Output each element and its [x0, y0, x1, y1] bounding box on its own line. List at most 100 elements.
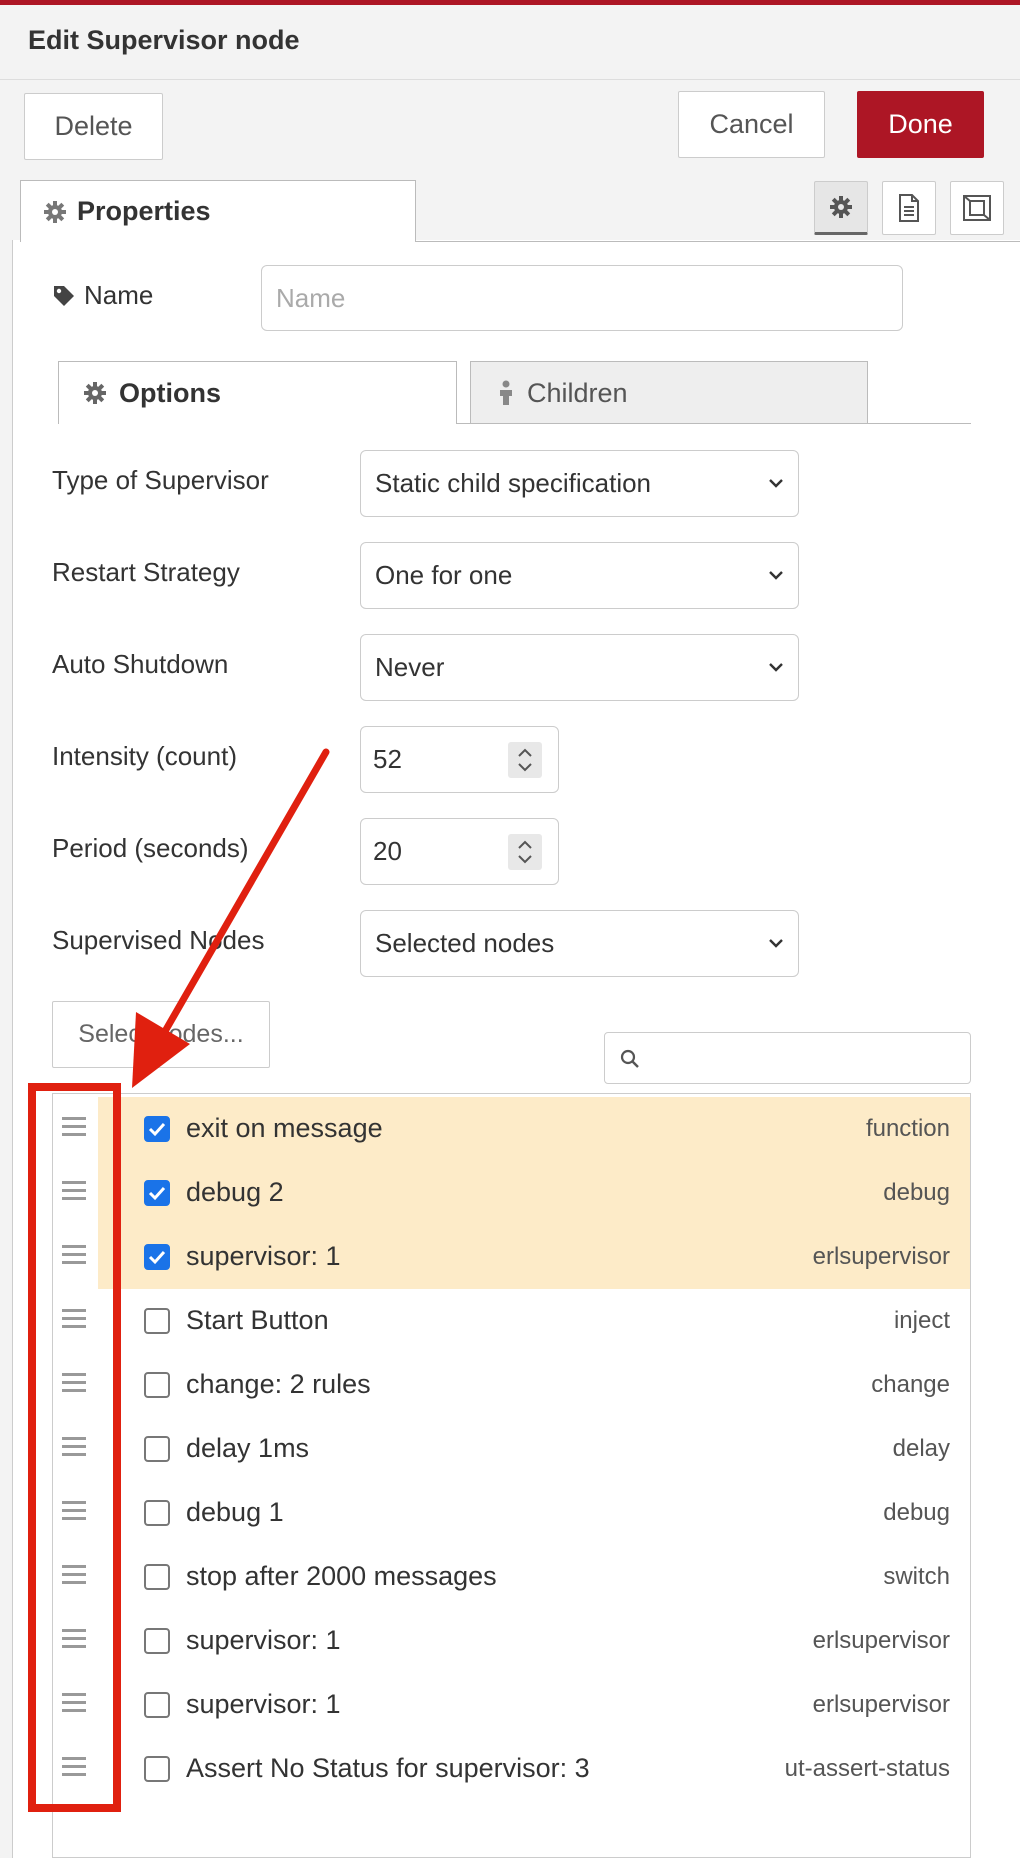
cancel-button[interactable]: Cancel: [678, 91, 825, 158]
chevron-down-icon: [518, 855, 532, 864]
list-item[interactable]: change: 2 rules change: [52, 1353, 970, 1417]
name-label-text: Name: [84, 280, 154, 310]
node-checkbox[interactable]: [144, 1436, 170, 1462]
tab-options-label: Options: [119, 377, 221, 408]
tab-properties-label: Properties: [77, 196, 211, 226]
subtab-underline: [457, 423, 971, 424]
node-label: stop after 2000 messages: [186, 1561, 497, 1591]
node-checkbox[interactable]: [144, 1116, 170, 1142]
dialog-header: Edit Supervisor node: [0, 5, 1020, 80]
node-type: delay: [892, 1435, 950, 1462]
annotation-highlight-box: [28, 1083, 121, 1812]
stepper-arrows[interactable]: [508, 834, 542, 870]
chevron-down-icon: [518, 763, 532, 772]
node-properties-button[interactable]: [814, 181, 868, 235]
node-checkbox[interactable]: [144, 1500, 170, 1526]
list-item[interactable]: supervisor: 1 erlsupervisor: [52, 1225, 970, 1289]
checkmark-icon: [148, 1186, 166, 1201]
gear-icon: [44, 200, 66, 223]
chevron-down-icon: [769, 663, 783, 672]
appearance-icon: [963, 195, 991, 221]
list-item[interactable]: Assert No Status for supervisor: 3 ut-ass…: [52, 1737, 970, 1801]
node-checkbox[interactable]: [144, 1692, 170, 1718]
period-label: Period (seconds): [52, 833, 249, 863]
node-checkbox[interactable]: [144, 1372, 170, 1398]
gear-icon: [84, 382, 106, 404]
node-description-button[interactable]: [882, 181, 936, 235]
node-label: supervisor: 1: [186, 1241, 341, 1271]
list-item[interactable]: supervisor: 1 erlsupervisor: [52, 1673, 970, 1737]
node-type: debug: [883, 1179, 950, 1206]
tab-options[interactable]: Options: [58, 361, 457, 424]
auto-shutdown-label: Auto Shutdown: [52, 649, 229, 679]
node-type: inject: [893, 1307, 950, 1334]
node-search-input[interactable]: [604, 1032, 971, 1084]
node-label: supervisor: 1: [186, 1625, 341, 1655]
node-type: change: [871, 1371, 950, 1398]
tab-properties[interactable]: Properties: [20, 180, 416, 242]
checkmark-icon: [148, 1250, 166, 1265]
type-of-supervisor-select[interactable]: Static child specification: [360, 450, 799, 517]
done-button[interactable]: Done: [857, 91, 984, 158]
node-type: ut-assert-status: [784, 1755, 950, 1782]
restart-strategy-value: One for one: [375, 560, 513, 590]
node-appearance-button[interactable]: [950, 181, 1004, 235]
name-label: Name: [52, 280, 153, 311]
tab-underline: [416, 241, 1020, 242]
node-checkbox[interactable]: [144, 1244, 170, 1270]
node-label: exit on message: [186, 1113, 383, 1143]
tab-children[interactable]: Children: [470, 361, 868, 424]
node-type: switch: [883, 1563, 950, 1590]
list-item[interactable]: debug 2 debug: [52, 1161, 970, 1225]
restart-strategy-label: Restart Strategy: [52, 557, 240, 587]
supervised-nodes-label: Supervised Nodes: [52, 925, 265, 955]
intensity-label: Intensity (count): [52, 741, 237, 771]
node-label: Start Button: [186, 1305, 329, 1335]
gear-icon: [830, 196, 852, 218]
node-label: debug 1: [186, 1497, 284, 1527]
period-value: 20: [373, 836, 402, 866]
node-checkbox[interactable]: [144, 1564, 170, 1590]
node-label: debug 2: [186, 1177, 284, 1207]
type-of-supervisor-label: Type of Supervisor: [52, 465, 269, 495]
node-checkbox[interactable]: [144, 1180, 170, 1206]
list-item[interactable]: stop after 2000 messages switch: [52, 1545, 970, 1609]
tag-icon: [54, 285, 74, 306]
type-of-supervisor-value: Static child specification: [375, 468, 652, 498]
auto-shutdown-select[interactable]: Never: [360, 634, 799, 701]
list-item[interactable]: delay 1ms delay: [52, 1417, 970, 1481]
node-type: debug: [883, 1499, 950, 1526]
search-icon: [620, 1049, 639, 1068]
intensity-value: 52: [373, 744, 402, 774]
node-type: erlsupervisor: [812, 1627, 950, 1654]
supervised-nodes-select[interactable]: Selected nodes: [360, 910, 799, 977]
list-item[interactable]: exit on message function: [52, 1097, 970, 1161]
node-checkbox[interactable]: [144, 1628, 170, 1654]
dialog-title: Edit Supervisor node: [28, 25, 300, 55]
node-checkbox[interactable]: [144, 1308, 170, 1334]
restart-strategy-select[interactable]: One for one: [360, 542, 799, 609]
list-item[interactable]: debug 1 debug: [52, 1481, 970, 1545]
child-icon: [500, 380, 512, 405]
list-item[interactable]: supervisor: 1 erlsupervisor: [52, 1609, 970, 1673]
auto-shutdown-value: Never: [375, 652, 445, 682]
tab-children-label: Children: [527, 377, 628, 408]
select-nodes-button[interactable]: Select nodes...: [52, 1001, 270, 1068]
node-checkbox[interactable]: [144, 1756, 170, 1782]
stepper-arrows[interactable]: [508, 742, 542, 778]
checkmark-icon: [148, 1122, 166, 1137]
node-type: erlsupervisor: [812, 1691, 950, 1718]
chevron-down-icon: [769, 479, 783, 488]
description-icon: [899, 194, 919, 222]
supervised-nodes-value: Selected nodes: [375, 928, 555, 958]
name-input[interactable]: [261, 265, 903, 331]
node-type: function: [865, 1115, 950, 1142]
period-stepper[interactable]: 20: [360, 818, 559, 885]
node-label: change: 2 rules: [186, 1369, 371, 1399]
node-label: supervisor: 1: [186, 1689, 341, 1719]
node-label: Assert No Status for supervisor: 3: [186, 1753, 590, 1783]
node-label: delay 1ms: [186, 1433, 310, 1463]
intensity-stepper[interactable]: 52: [360, 726, 559, 793]
list-item[interactable]: Start Button inject: [52, 1289, 970, 1353]
delete-button[interactable]: Delete: [24, 93, 163, 160]
